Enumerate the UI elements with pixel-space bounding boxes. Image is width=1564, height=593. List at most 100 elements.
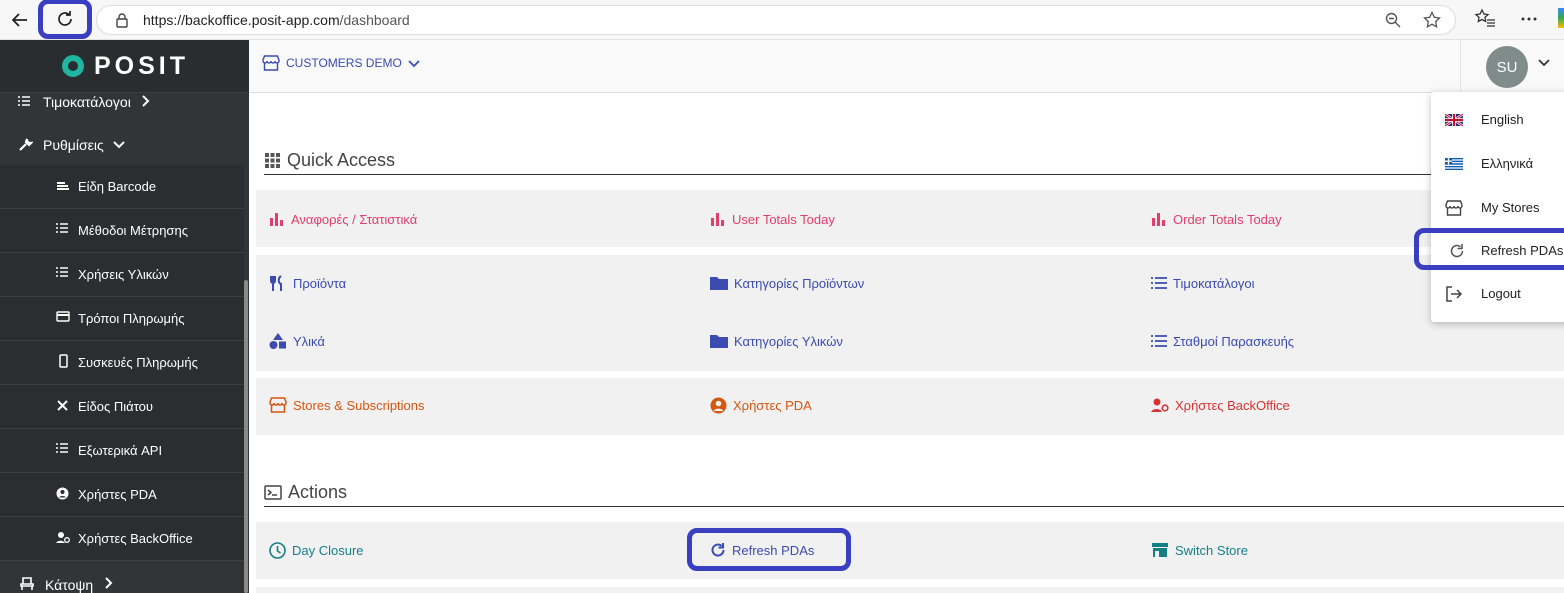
quick-access-heading: Quick Access <box>264 147 1564 175</box>
grid-icon <box>265 153 280 168</box>
sidebar-item-label: Ρυθμίσεις <box>43 137 104 153</box>
chevron-down-icon[interactable] <box>1538 58 1550 68</box>
store-icon <box>1151 542 1169 558</box>
sidebar-subitem-dish-type[interactable]: Είδος Πιάτου <box>0 385 244 429</box>
sidebar-subitem-pda-users[interactable]: Χρήστες PDA <box>0 473 244 517</box>
list-icon <box>1151 335 1167 347</box>
link-label: Χρήστες PDA <box>733 397 812 413</box>
greek-flag-icon <box>1445 157 1463 170</box>
menu-item-my-stores[interactable]: My Stores <box>1431 186 1564 229</box>
logo-text: POSIT <box>93 51 189 80</box>
browser-edge-icon <box>1558 8 1564 28</box>
list-icon <box>18 96 30 106</box>
link-stores-subscriptions[interactable]: Stores & Subscriptions <box>269 395 425 415</box>
menu-item-label: English <box>1481 112 1524 127</box>
reload-icon <box>58 11 72 26</box>
menu-item-logout[interactable]: Logout <box>1431 272 1564 315</box>
url-text[interactable]: https://backoffice.posit-app.com/dashboa… <box>143 12 410 28</box>
sidebar-subitem-label: Συσκευές Πληρωμής <box>78 355 198 370</box>
shapes-icon <box>269 333 287 349</box>
link-products[interactable]: Προϊόντα <box>269 273 346 293</box>
chevron-right-icon <box>142 95 150 107</box>
link-label: User Totals Today <box>732 211 835 227</box>
link-reports[interactable]: Αναφορές / Στατιστικά <box>269 209 417 229</box>
quick-access-row: Αναφορές / Στατιστικά User Totals Today … <box>256 190 1564 247</box>
reload-button[interactable] <box>38 0 92 39</box>
link-material-categories[interactable]: Κατηγορίες Υλικών <box>710 331 843 351</box>
action-day-closure[interactable]: Day Closure <box>269 540 364 560</box>
menu-item-greek[interactable]: Ελληνικά <box>1431 142 1564 185</box>
link-label: Σταθμοί Παρασκευής <box>1173 333 1295 349</box>
menu-item-english[interactable]: English <box>1431 98 1564 141</box>
clock-icon <box>269 541 286 559</box>
sidebar-subitem-material-uses[interactable]: Χρήσεις Υλικών <box>0 253 244 297</box>
zoom-icon[interactable] <box>1384 11 1402 29</box>
user-cog-icon <box>56 532 70 543</box>
link-label: Τιμοκατάλογοι <box>1173 275 1255 291</box>
top-header: CUSTOMERS DEMO SU <box>249 40 1564 93</box>
sidebar-subitem-measure-methods[interactable]: Μέθοδοι Μέτρησης <box>0 209 244 253</box>
link-user-totals-today[interactable]: User Totals Today <box>710 209 835 229</box>
sidebar-subitem-label: Μέθοδοι Μέτρησης <box>78 223 188 238</box>
actions-heading: Actions <box>264 479 1564 507</box>
action-label: Switch Store <box>1175 542 1248 558</box>
link-backoffice-users[interactable]: Χρήστες BackOffice <box>1151 395 1290 415</box>
avatar[interactable]: SU <box>1486 46 1528 88</box>
link-order-totals-today[interactable]: Order Totals Today <box>1151 209 1282 229</box>
section-title-text: Actions <box>288 482 348 502</box>
user-menu-toggle[interactable]: SU <box>1460 40 1564 93</box>
sidebar-subitem-backoffice-users[interactable]: Χρήστες BackOffice <box>0 517 244 561</box>
sidebar-subitem-payment-methods[interactable]: Τρόποι Πληρωμής <box>0 297 244 341</box>
link-label: Order Totals Today <box>1173 211 1282 227</box>
link-prep-stations[interactable]: Σταθμοί Παρασκευής <box>1151 331 1294 351</box>
sidebar-subitem-label: Είδη Barcode <box>78 179 157 194</box>
link-product-categories[interactable]: Κατηγορίες Προϊόντων <box>710 273 864 293</box>
actions-row <box>256 587 1564 593</box>
section-title-text: Quick Access <box>287 150 396 170</box>
bar-chart-icon <box>710 212 726 226</box>
chevron-down-icon <box>113 141 125 149</box>
sidebar-item-pricelists[interactable]: Τιμοκατάλογοι <box>0 80 246 124</box>
link-pda-users[interactable]: Χρήστες PDA <box>710 395 812 415</box>
arrow-left-icon <box>11 13 27 27</box>
chair-icon <box>20 577 34 590</box>
mobile-icon <box>59 354 68 368</box>
sidebar-item-settings[interactable]: Ρυθμίσεις <box>0 123 246 167</box>
sidebar-subitem-barcode[interactable]: Είδη Barcode <box>0 165 244 209</box>
address-bar[interactable]: https://backoffice.posit-app.com/dashboa… <box>96 5 1456 35</box>
action-switch-store[interactable]: Switch Store <box>1151 540 1248 560</box>
more-options-icon[interactable] <box>1518 8 1540 30</box>
sidebar-subitem-label: Χρήσεις Υλικών <box>78 267 169 282</box>
refresh-pdas-highlight <box>687 528 851 571</box>
sidebar-subitem-external-api[interactable]: Εξωτερικά API <box>0 429 244 473</box>
quick-access-row: Stores & Subscriptions Χρήστες PDA Χρήστ… <box>256 378 1564 435</box>
store-selector[interactable]: CUSTOMERS DEMO <box>262 55 420 71</box>
sidebar-subitem-label: Χρήστες PDA <box>78 487 157 502</box>
action-label: Day Closure <box>292 542 364 558</box>
link-pricelists[interactable]: Τιμοκατάλογοι <box>1151 273 1255 293</box>
sidebar-subitem-label: Είδος Πιάτου <box>78 399 153 414</box>
url-path: /dashboard <box>339 12 410 28</box>
uk-flag-icon <box>1445 113 1463 126</box>
user-circle-icon <box>710 397 727 414</box>
list-icon <box>56 223 68 233</box>
sidebar-subitem-payment-devices[interactable]: Συσκευές Πληρωμής <box>0 341 244 385</box>
sidebar-scrollbar[interactable] <box>244 280 248 593</box>
menu-item-label: Ελληνικά <box>1481 156 1534 171</box>
folder-icon <box>710 334 728 348</box>
lock-icon <box>116 13 128 28</box>
sidebar-subitem-label: Χρήστες BackOffice <box>78 531 193 546</box>
user-cog-icon <box>1151 397 1169 413</box>
sidebar: POSIT Τιμοκατάλογοι Ρυθμίσεις Είδη Barco… <box>0 40 249 593</box>
link-label: Κατηγορίες Υλικών <box>734 333 843 349</box>
link-label: Stores & Subscriptions <box>293 397 425 413</box>
link-materials[interactable]: Υλικά <box>269 331 325 351</box>
back-button[interactable] <box>4 4 36 36</box>
list-icon <box>1151 277 1167 289</box>
folder-icon <box>710 276 728 290</box>
favorites-icon[interactable] <box>1474 8 1496 30</box>
user-dropdown-menu: English Ελληνικά My Stores Refresh PDAs … <box>1431 92 1564 322</box>
terminal-icon <box>264 485 282 500</box>
star-icon[interactable] <box>1423 11 1441 29</box>
sidebar-item-floorplan[interactable]: Κάτοψη <box>0 563 246 593</box>
